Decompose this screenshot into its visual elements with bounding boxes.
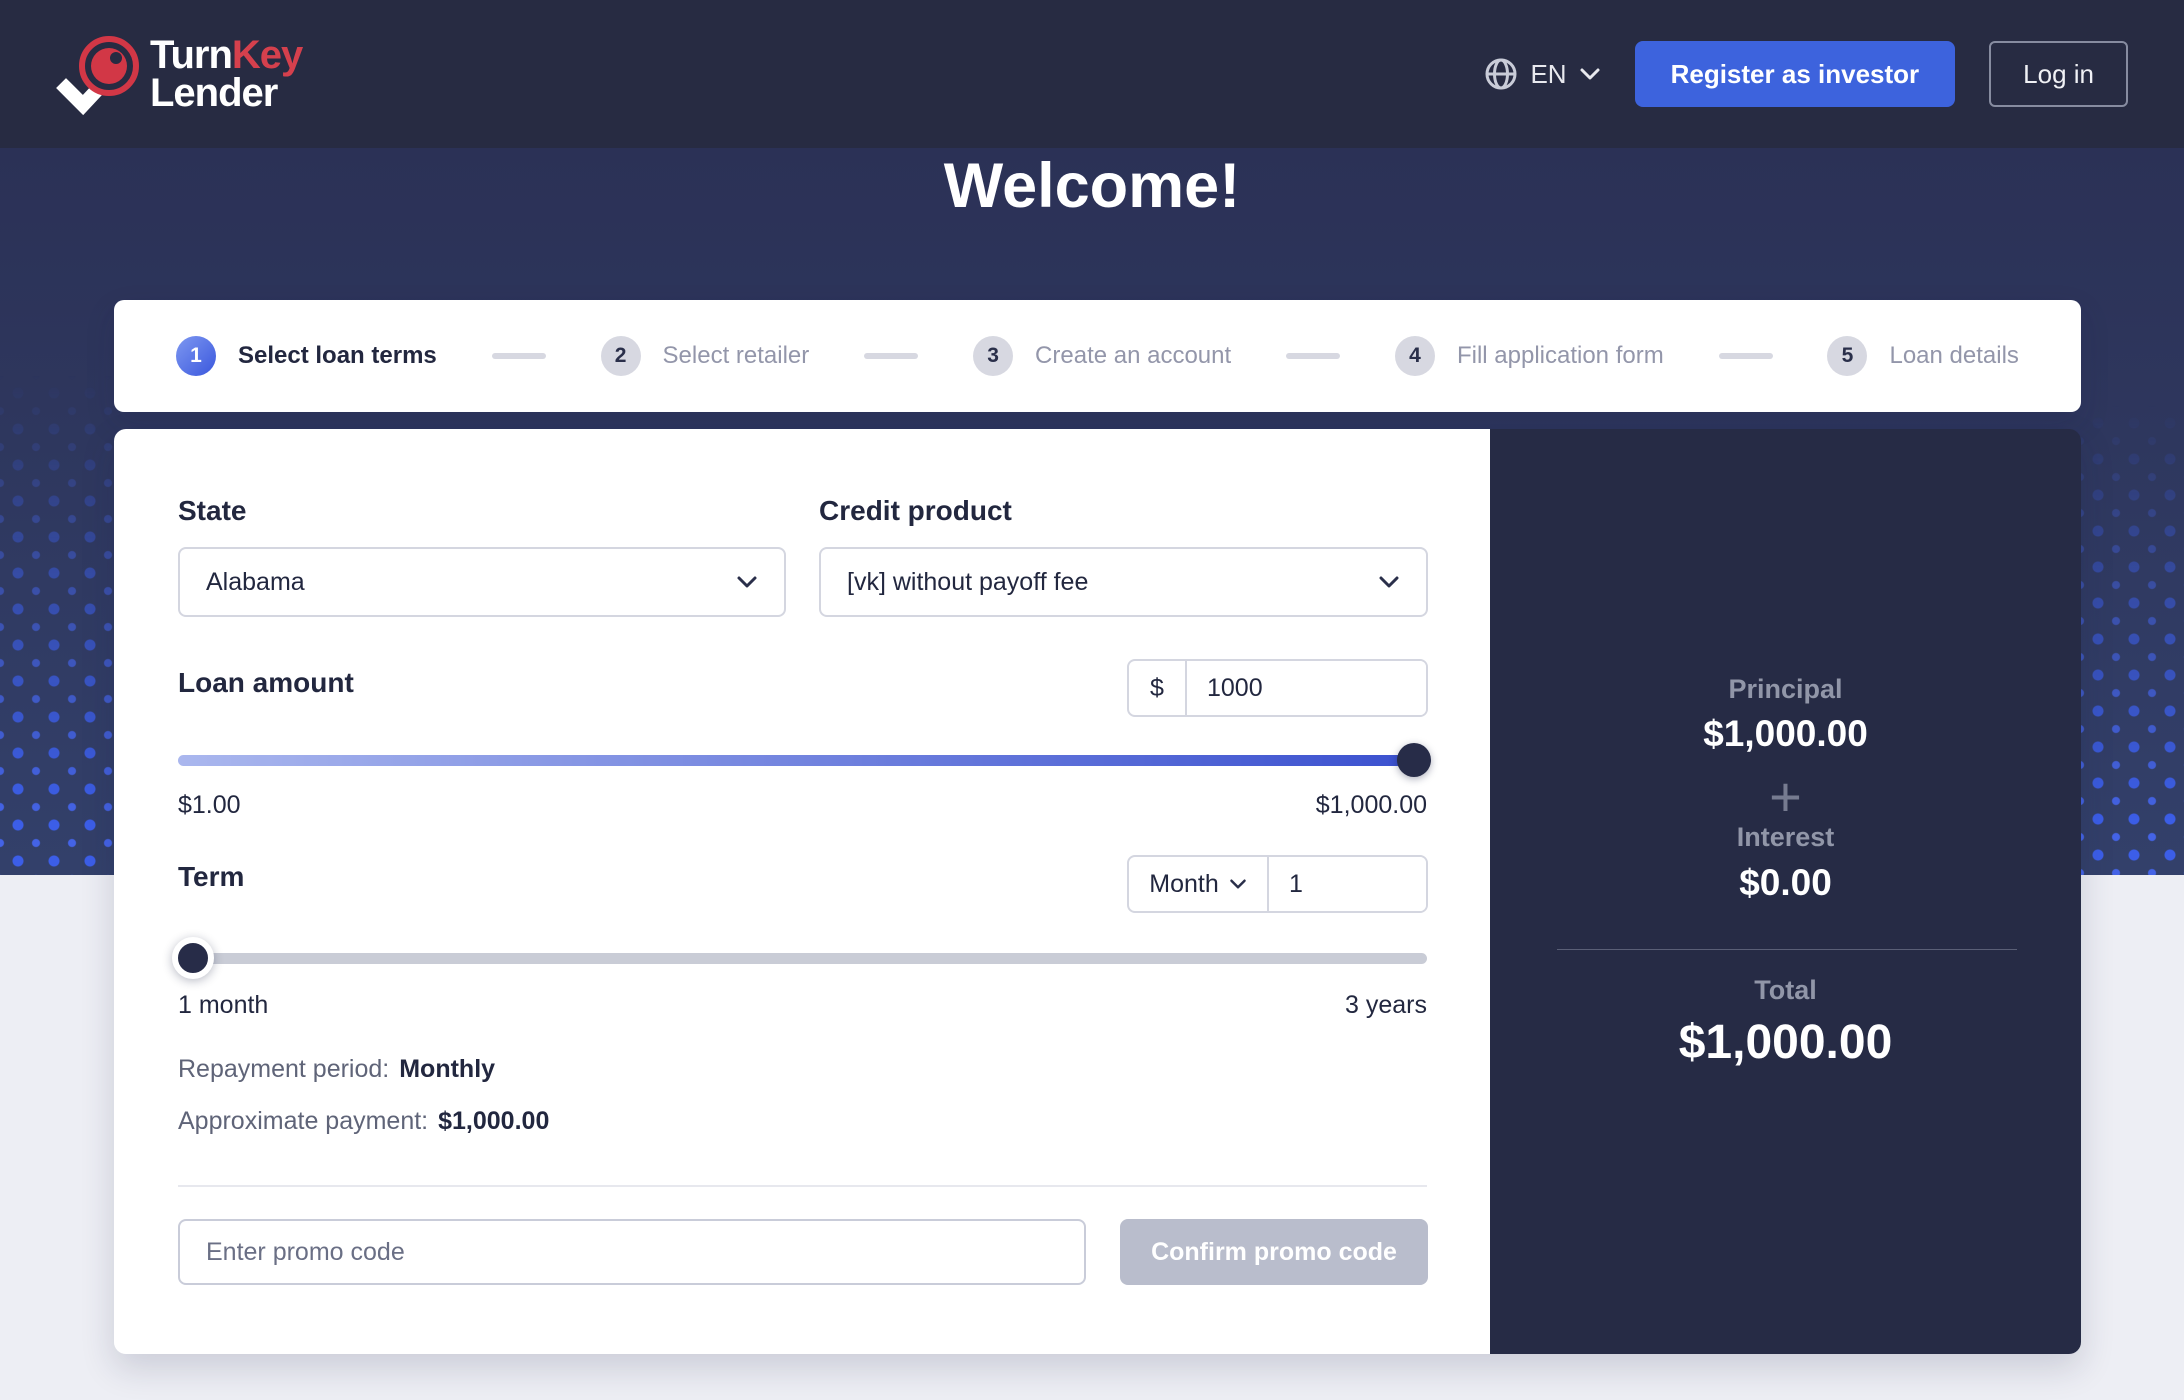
term-max-label: 3 years [1345, 991, 1427, 1020]
total-value: $1,000.00 [1490, 1015, 2081, 1070]
brand-lender: Lender [150, 71, 277, 115]
total-label: Total [1490, 975, 2081, 1006]
step-fill-application-form: 4 Fill application form [1395, 336, 1664, 376]
repayment-period-value: Monthly [399, 1055, 495, 1083]
repayment-period-line: Repayment period: Monthly [178, 1055, 495, 1084]
loan-amount-input-group: $ [1127, 659, 1428, 717]
step-5-label: Loan details [1889, 342, 2018, 370]
loan-amount-input[interactable] [1187, 661, 1426, 715]
step-4-label: Fill application form [1457, 342, 1664, 370]
term-slider-track[interactable] [178, 953, 1427, 964]
step-5-badge: 5 [1827, 336, 1867, 376]
top-navbar: TurnKey Lender EN Register as investor L… [0, 0, 2184, 148]
halftone-dots-right [2080, 405, 2184, 875]
promo-code-input[interactable] [178, 1219, 1086, 1285]
approximate-payment-line: Approximate payment: $1,000.00 [178, 1107, 549, 1136]
turnkey-lender-logo[interactable]: TurnKey Lender [56, 32, 302, 116]
approximate-payment-value: $1,000.00 [438, 1107, 549, 1135]
brand-wordmark: TurnKey Lender [150, 36, 302, 112]
step-3-label: Create an account [1035, 342, 1231, 370]
principal-value: $1,000.00 [1490, 713, 2081, 755]
state-label: State [178, 495, 246, 527]
step-2-badge: 2 [601, 336, 641, 376]
loan-amount-label: Loan amount [178, 667, 354, 699]
confirm-promo-code-button[interactable]: Confirm promo code [1120, 1219, 1428, 1285]
term-unit-select[interactable]: Month [1129, 857, 1269, 911]
step-loan-details: 5 Loan details [1827, 336, 2018, 376]
repayment-period-label: Repayment period: [178, 1055, 389, 1083]
progress-stepper: 1 Select loan terms 2 Select retailer 3 … [114, 300, 2081, 412]
halftone-dots-left [0, 375, 118, 875]
loan-amount-slider-track[interactable] [178, 755, 1427, 766]
loan-summary-panel: Principal $1,000.00 + Interest $0.00 Tot… [1490, 429, 2081, 1354]
credit-product-select[interactable]: [vk] without payoff fee [819, 547, 1428, 617]
step-connector [864, 353, 918, 359]
step-create-account: 3 Create an account [973, 336, 1231, 376]
key-check-logo-icon [56, 32, 140, 116]
step-select-retailer: 2 Select retailer [601, 336, 810, 376]
chevron-down-icon [736, 575, 758, 589]
step-1-label: Select loan terms [238, 342, 437, 370]
page-title: Welcome! [0, 150, 2184, 222]
term-input-group: Month [1127, 855, 1428, 913]
loan-amount-slider[interactable] [178, 741, 1427, 779]
term-slider[interactable] [178, 939, 1427, 977]
term-value-input[interactable] [1269, 857, 1426, 911]
step-connector [492, 353, 546, 359]
step-select-loan-terms: 1 Select loan terms [176, 336, 437, 376]
term-label: Term [178, 861, 244, 893]
step-connector [1719, 353, 1773, 359]
state-select[interactable]: Alabama [178, 547, 786, 617]
interest-label: Interest [1490, 822, 2081, 853]
promo-divider [178, 1185, 1427, 1187]
loan-amount-slider-thumb[interactable] [1397, 743, 1431, 777]
currency-symbol: $ [1129, 661, 1187, 715]
register-as-investor-button[interactable]: Register as investor [1635, 41, 1956, 107]
language-code: EN [1530, 59, 1566, 90]
approximate-payment-label: Approximate payment: [178, 1107, 428, 1135]
loan-terms-form: State Credit product Alabama [vk] withou… [114, 429, 1490, 1354]
term-slider-thumb[interactable] [172, 937, 214, 979]
language-switcher[interactable]: EN [1484, 57, 1600, 91]
term-unit-value: Month [1149, 870, 1218, 899]
plus-icon: + [1490, 769, 2081, 825]
chevron-down-icon [1378, 575, 1400, 589]
globe-icon [1484, 57, 1518, 91]
term-min-label: 1 month [178, 991, 268, 1020]
summary-divider [1557, 949, 2017, 950]
credit-product-select-value: [vk] without payoff fee [847, 568, 1088, 597]
step-4-badge: 4 [1395, 336, 1435, 376]
login-button[interactable]: Log in [1989, 41, 2128, 107]
loan-amount-min-label: $1.00 [178, 791, 241, 820]
loan-amount-max-label: $1,000.00 [1316, 791, 1427, 820]
loan-calculator-card: State Credit product Alabama [vk] withou… [114, 429, 2081, 1354]
header-actions: EN Register as investor Log in [1484, 41, 2128, 107]
principal-label: Principal [1490, 674, 2081, 705]
term-range-labels: 1 month 3 years [178, 991, 1427, 1020]
step-3-badge: 3 [973, 336, 1013, 376]
credit-product-label: Credit product [819, 495, 1012, 527]
chevron-down-icon [1229, 878, 1247, 890]
step-connector [1286, 353, 1340, 359]
step-2-label: Select retailer [663, 342, 810, 370]
state-select-value: Alabama [206, 568, 305, 597]
step-1-badge: 1 [176, 336, 216, 376]
interest-value: $0.00 [1490, 862, 2081, 904]
loan-amount-range-labels: $1.00 $1,000.00 [178, 791, 1427, 820]
chevron-down-icon [1579, 67, 1601, 81]
